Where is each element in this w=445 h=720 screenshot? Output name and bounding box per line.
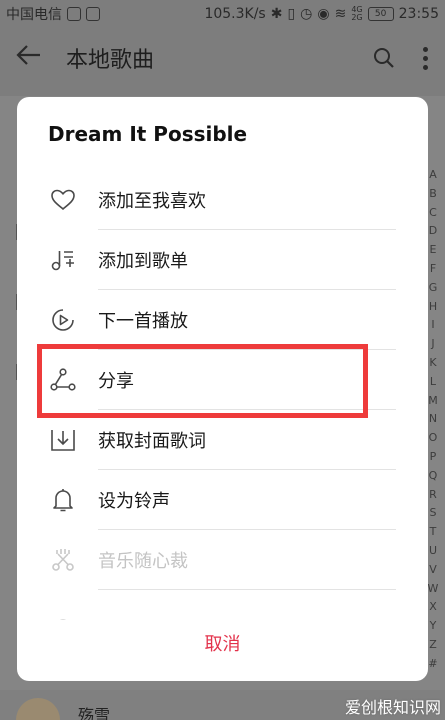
alarm-icon: ◷ (300, 6, 313, 22)
network-speed: 105.3K/s (204, 6, 266, 22)
download-icon (49, 426, 77, 454)
index-letter[interactable]: O (429, 429, 438, 448)
index-letter[interactable]: D (429, 222, 437, 241)
partial-item-icon (49, 606, 77, 620)
index-letter[interactable]: L (430, 373, 436, 392)
vibrate-icon: ▯ (287, 6, 296, 22)
index-letter[interactable]: I (431, 316, 434, 335)
notification-icon (67, 7, 81, 21)
index-letter[interactable]: Y (430, 617, 437, 636)
album-cover[interactable] (16, 698, 60, 720)
app-notification-icon (86, 7, 100, 21)
index-letter[interactable]: A (429, 166, 437, 185)
scissors-icon (49, 546, 77, 574)
index-letter[interactable]: F (430, 260, 436, 279)
heart-icon (49, 186, 77, 214)
index-letter[interactable]: H (429, 298, 437, 317)
watermark: 爱创根知识网 (344, 698, 441, 717)
index-letter[interactable]: P (430, 448, 437, 467)
add-to-playlist-icon (49, 246, 77, 274)
page-title: 本地歌曲 (66, 48, 155, 73)
cancel-button[interactable]: 取消 (17, 630, 428, 656)
index-letter[interactable]: K (429, 354, 436, 373)
play-next-icon (49, 306, 77, 334)
eye-icon: ◉ (317, 6, 330, 22)
index-letter[interactable]: # (428, 655, 437, 674)
menu-item-label: 音乐随心裁 (98, 551, 188, 572)
index-letter[interactable]: S (430, 504, 437, 523)
alphabet-index[interactable]: A B C D E F G H I J K L M N O P Q R S T … (426, 166, 440, 674)
menu-item-add-favorite[interactable]: 添加至我喜欢 (17, 170, 428, 230)
app-bar: 本地歌曲 (0, 28, 445, 88)
now-playing-title: 殇雪 (78, 706, 111, 720)
highlight-box (37, 344, 368, 418)
status-bar: 中国电信 105.3K/s ✱ ▯ ◷ ◉ ≋ 4G 2G 50 23:55 (0, 0, 445, 28)
index-letter[interactable]: W (428, 580, 439, 599)
index-letter[interactable]: T (430, 523, 437, 542)
index-letter[interactable]: V (429, 561, 437, 580)
menu-item-label: 添加至我喜欢 (98, 191, 206, 212)
index-letter[interactable]: J (431, 335, 434, 354)
menu-item-set-ringtone[interactable]: 设为铃声 (17, 470, 428, 530)
index-letter[interactable]: M (428, 392, 438, 411)
menu-item-partial[interactable] (17, 590, 428, 620)
menu-item-label: 添加到歌单 (98, 251, 188, 272)
index-letter[interactable]: U (429, 542, 437, 561)
menu-item-label: 下一首播放 (98, 311, 188, 332)
bell-icon (49, 486, 77, 514)
index-letter[interactable]: X (429, 598, 437, 617)
dialog-title: Dream It Possible (48, 122, 248, 146)
menu-item-music-cut: 音乐随心裁 (17, 530, 428, 590)
menu-item-get-cover-lyrics[interactable]: 获取封面歌词 (17, 410, 428, 470)
signal-icon: 4G 2G (351, 5, 363, 22)
clock: 23:55 (398, 6, 439, 22)
index-letter[interactable]: Z (429, 636, 437, 655)
index-letter[interactable]: R (429, 486, 437, 505)
more-vertical-icon[interactable] (423, 46, 429, 70)
bluetooth-icon: ✱ (270, 6, 283, 22)
arrow-left-icon[interactable] (16, 43, 46, 73)
index-letter[interactable]: N (429, 410, 437, 429)
index-letter[interactable]: E (430, 241, 437, 260)
menu-item-label: 设为铃声 (98, 491, 170, 512)
battery-icon: 50 (367, 7, 394, 21)
index-letter[interactable]: Q (429, 467, 438, 486)
menu-item-add-to-playlist[interactable]: 添加到歌单 (17, 230, 428, 290)
menu-item-label: 获取封面歌词 (98, 431, 206, 452)
index-letter[interactable]: B (429, 185, 437, 204)
index-letter[interactable]: C (429, 204, 437, 223)
wifi-icon: ≋ (334, 6, 347, 22)
carrier-label: 中国电信 (6, 7, 62, 23)
search-icon[interactable] (373, 47, 395, 69)
menu-item-play-next[interactable]: 下一首播放 (17, 290, 428, 350)
index-letter[interactable]: G (429, 279, 438, 298)
